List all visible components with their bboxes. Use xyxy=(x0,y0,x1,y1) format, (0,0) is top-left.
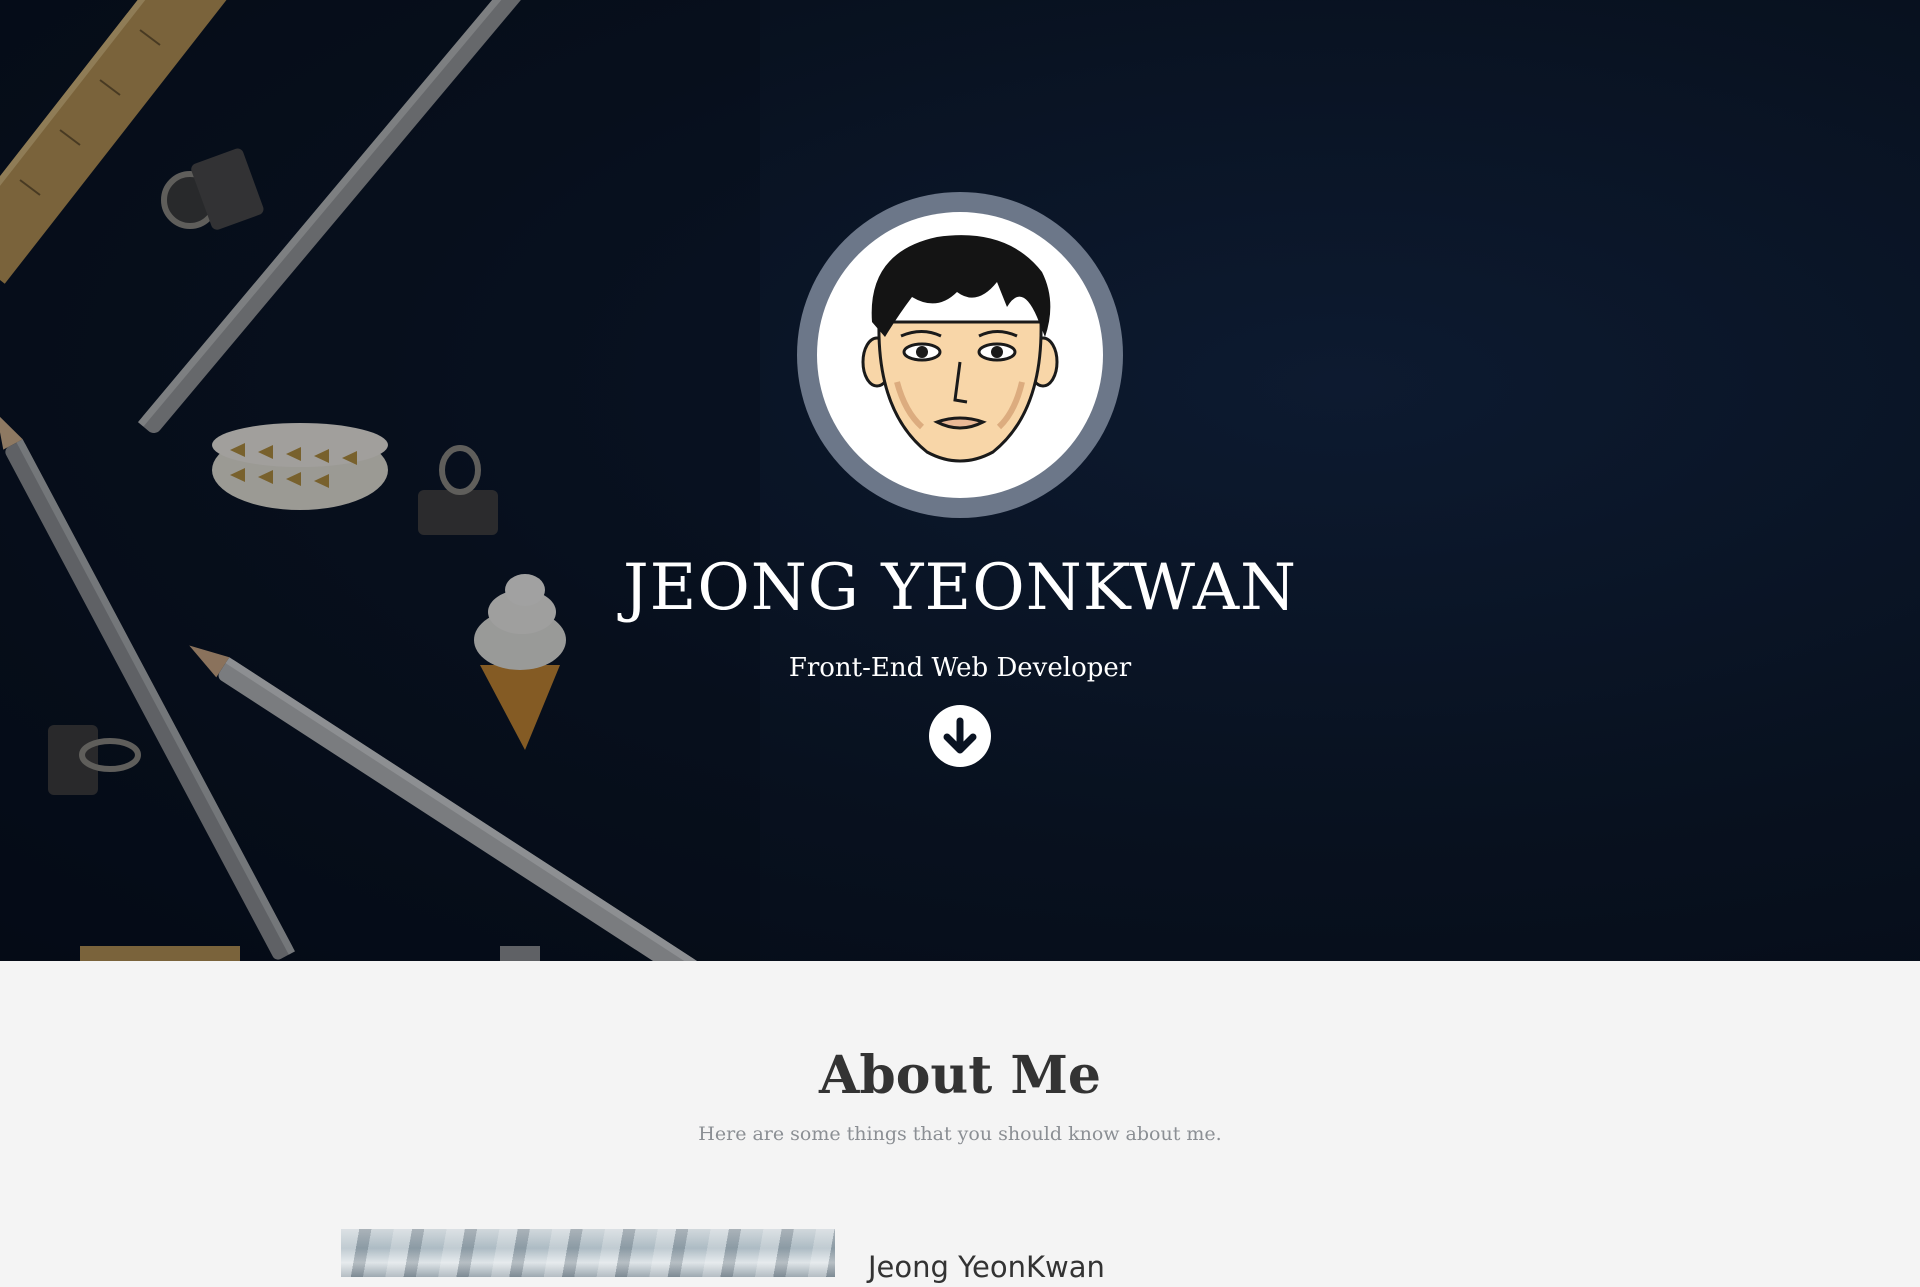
cartoon-face-avatar-icon xyxy=(817,212,1103,498)
about-title: About Me xyxy=(819,1045,1101,1106)
hero-section: JEONG YEONKWAN Front-End Web Developer xyxy=(0,0,1920,961)
about-section: About Me Here are some things that you s… xyxy=(0,961,1920,1284)
hero-role-text: Front-End Web Developer xyxy=(788,653,1132,683)
scroll-down-button[interactable] xyxy=(929,705,991,767)
about-photo-image xyxy=(341,1229,835,1277)
about-subtitle: Here are some things that you should kno… xyxy=(698,1123,1222,1145)
arrow-down-circle-icon xyxy=(943,717,977,754)
hero-name-heading: JEONG YEONKWAN xyxy=(622,551,1298,625)
about-name-heading: Jeong YeonKwan xyxy=(868,1250,1105,1284)
avatar xyxy=(797,192,1123,518)
